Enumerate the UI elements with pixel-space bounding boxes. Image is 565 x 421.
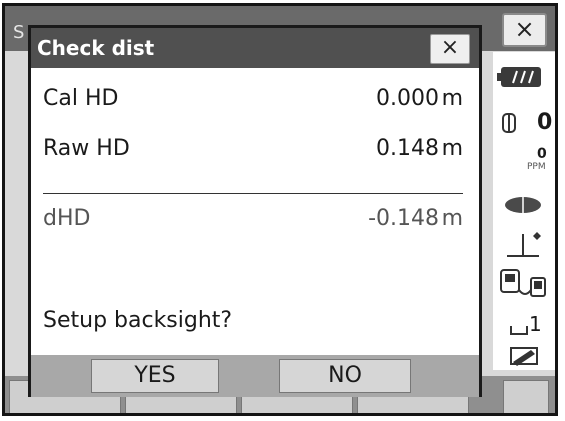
- dialog-close-button[interactable]: ×: [430, 34, 470, 64]
- ppm-label: PPM: [527, 162, 546, 172]
- ppm-value: 0: [537, 146, 547, 162]
- dhd-value: -0.148: [368, 206, 439, 231]
- prism-icon: [502, 113, 516, 133]
- cal-hd-value: 0.000: [376, 86, 439, 111]
- cal-hd-label: Cal HD: [43, 86, 119, 111]
- dialog-softkey-bar: YES NO: [31, 355, 479, 397]
- mode-value: 1: [529, 312, 542, 336]
- check-dist-dialog: Check dist × Cal HD 0.000 m Raw HD 0.148…: [28, 25, 482, 397]
- outer-close-button[interactable]: ×: [502, 13, 547, 47]
- raw-hd-label: Raw HD: [43, 136, 130, 161]
- cal-hd-unit: m: [441, 86, 463, 111]
- ppm-indicator[interactable]: 0 PPM: [493, 146, 555, 180]
- outer-title: S: [13, 22, 25, 43]
- prism-constant-value: 0: [537, 110, 553, 135]
- raw-hd-value: 0.148: [376, 136, 439, 161]
- setup-backsight-prompt: Setup backsight?: [43, 308, 233, 333]
- tilt-icon[interactable]: [493, 224, 555, 262]
- battery-icon[interactable]: [493, 62, 555, 92]
- no-button[interactable]: NO: [279, 359, 411, 393]
- divider: [43, 193, 463, 194]
- mode-indicator[interactable]: 1: [493, 310, 555, 340]
- memory-icon[interactable]: [493, 342, 555, 368]
- yes-button[interactable]: YES: [91, 359, 219, 393]
- dhd-label: dHD: [43, 206, 91, 231]
- dialog-title: Check dist: [37, 36, 155, 60]
- dhd-unit: m: [441, 206, 463, 231]
- status-sidebar: 0 0 PPM 1: [493, 52, 555, 370]
- communication-icon[interactable]: [493, 264, 555, 304]
- raw-hd-unit: m: [441, 136, 463, 161]
- prism-constant-indicator[interactable]: 0: [493, 108, 555, 138]
- outer-softkey-5[interactable]: [503, 380, 549, 413]
- target-icon[interactable]: [493, 192, 555, 218]
- dialog-titlebar: Check dist ×: [31, 28, 479, 68]
